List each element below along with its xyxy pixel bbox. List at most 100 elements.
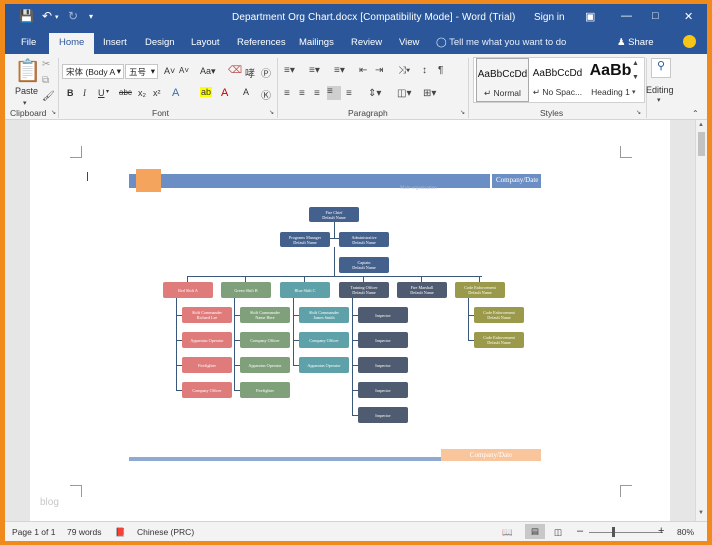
clipboard-launcher-icon[interactable]: ↘	[51, 109, 56, 116]
print-layout-icon[interactable]: ▤	[525, 524, 545, 539]
format-painter-icon[interactable]: 🖌	[42, 91, 55, 102]
org-node-member[interactable]: Inspector	[358, 307, 408, 323]
org-node-member[interactable]: Shift Commander Name Here	[240, 307, 290, 323]
org-node-member[interactable]: Company Officer	[299, 332, 349, 348]
underline-dropdown-icon[interactable]: ▾	[106, 88, 109, 95]
org-node-administrative[interactable]: Administrative Default Name	[339, 232, 389, 247]
decrease-indent-icon[interactable]: ⇤	[359, 65, 367, 76]
superscript-icon[interactable]: x²	[153, 88, 161, 98]
enclose-characters-icon[interactable]: Ⓟ	[261, 65, 271, 80]
tab-mailings[interactable]: Mailings	[299, 37, 334, 48]
org-node-column-head[interactable]: Training Officer Default Name	[339, 282, 389, 298]
text-effects-icon[interactable]: A	[172, 87, 179, 99]
org-node-member[interactable]: Code Enforcement Default Name	[474, 307, 524, 323]
copy-icon[interactable]: ⧉	[42, 75, 49, 86]
org-node-member[interactable]: Firefighter	[240, 382, 290, 398]
org-node-programs-manager[interactable]: Programs Manager Default Name	[280, 232, 330, 247]
word-count[interactable]: 79 words	[67, 527, 102, 537]
cut-icon[interactable]: ✂	[42, 59, 50, 70]
tab-design[interactable]: Design	[145, 37, 175, 48]
org-node-member[interactable]: Inspector	[358, 357, 408, 373]
web-layout-icon[interactable]: ◫	[554, 527, 562, 538]
ribbon-display-options-icon[interactable]: ▣	[585, 10, 595, 23]
asian-layout-icon[interactable]: ↕	[422, 65, 427, 76]
editing-button[interactable]: Editing	[646, 85, 674, 95]
org-node-member[interactable]: Inspector	[358, 407, 408, 423]
org-node-column-head[interactable]: Green Shift B	[221, 282, 271, 298]
font-family-box[interactable]: 宋体 (Body A ▾	[62, 64, 124, 79]
org-node-member[interactable]: Apparatus Operator	[299, 357, 349, 373]
scroll-up-icon[interactable]: ▲	[698, 122, 704, 128]
style-heading-1[interactable]: AaBb Heading 1	[584, 58, 637, 102]
tab-review[interactable]: Review	[351, 37, 382, 48]
styles-scroll-down-icon[interactable]: ▼	[632, 74, 639, 81]
styles-scroll-up-icon[interactable]: ▲	[632, 60, 639, 67]
org-node-column-head[interactable]: Red Shift A	[163, 282, 213, 298]
feedback-smiley-icon[interactable]	[683, 35, 696, 48]
vertical-scrollbar[interactable]: ▲ ▼	[695, 120, 707, 521]
shading-icon[interactable]: ◫▾	[397, 88, 411, 99]
org-node-captain[interactable]: Captain Default Name	[339, 257, 389, 273]
org-node-member[interactable]: Company Officer	[240, 332, 290, 348]
style-no-spacing[interactable]: AaBbCcDd ↵ No Spac...	[531, 58, 584, 102]
zoom-slider-thumb[interactable]	[612, 527, 615, 537]
bullets-icon[interactable]: ≡▾	[284, 65, 295, 76]
styles-launcher-icon[interactable]: ↘	[636, 109, 641, 116]
scroll-thumb[interactable]	[698, 132, 705, 156]
paste-dropdown-icon[interactable]: ▾	[23, 99, 27, 107]
tab-view[interactable]: View	[399, 37, 419, 48]
editing-dropdown-icon[interactable]: ▾	[657, 96, 661, 104]
sort-icon[interactable]: ⤨▾	[398, 65, 410, 76]
styles-more-icon[interactable]: ▾	[632, 88, 636, 96]
borders-icon[interactable]: ⊞▾	[423, 88, 436, 99]
enclose-character-icon[interactable]: Ⓚ	[261, 87, 271, 102]
document-page[interactable]: Company/Date Main organization Fire Chie…	[30, 120, 670, 521]
highlight-icon[interactable]: ab	[200, 87, 213, 97]
sign-in-link[interactable]: Sign in	[534, 12, 565, 23]
tab-references[interactable]: References	[237, 37, 286, 48]
scroll-down-icon[interactable]: ▼	[698, 510, 704, 516]
character-shading-icon[interactable]: A	[243, 87, 249, 97]
org-node-member[interactable]: Shift Commander James Smith	[299, 307, 349, 323]
align-center-icon[interactable]: ≡	[299, 88, 305, 99]
bold-icon[interactable]: B	[67, 88, 74, 98]
org-node-member[interactable]: Inspector	[358, 332, 408, 348]
find-icon[interactable]: ⚲	[651, 58, 671, 78]
font-size-box[interactable]: 五号 ▾	[125, 64, 158, 79]
subscript-icon[interactable]: x₂	[138, 88, 146, 98]
customize-toolbar-icon[interactable]: ▾	[89, 12, 93, 21]
org-node-member[interactable]: Shift Commander Richard Lee	[182, 307, 232, 323]
minimize-icon[interactable]: —	[621, 10, 632, 22]
justify-icon[interactable]: ≡	[327, 86, 341, 100]
numbering-icon[interactable]: ≡▾	[309, 65, 320, 76]
paragraph-launcher-icon[interactable]: ↘	[460, 109, 465, 116]
tell-me-search[interactable]: ◯ Tell me what you want to do	[436, 37, 566, 48]
tab-home[interactable]: Home	[49, 33, 95, 54]
org-node-member[interactable]: Code Enforcement Default Name	[474, 332, 524, 348]
org-node-column-head[interactable]: Blue Shift C	[280, 282, 330, 298]
change-case-icon[interactable]: Aa▾	[200, 66, 216, 77]
zoom-out-icon[interactable]: –	[577, 525, 583, 537]
grow-font-icon[interactable]: A˅	[164, 66, 175, 76]
zoom-slider[interactable]	[589, 532, 663, 533]
increase-indent-icon[interactable]: ⇥	[375, 65, 383, 76]
org-node-member[interactable]: Firefighter	[182, 357, 232, 373]
org-node-column-head[interactable]: Fire Marshall Default Name	[397, 282, 447, 298]
undo-dropdown-icon[interactable]: ▾	[55, 13, 59, 21]
paste-button[interactable]: Paste	[15, 86, 38, 96]
redo-icon[interactable]: ↻	[68, 9, 78, 23]
page-count[interactable]: Page 1 of 1	[12, 527, 55, 537]
save-icon[interactable]: 💾	[19, 9, 34, 23]
undo-icon[interactable]: ↶	[42, 9, 52, 23]
zoom-in-icon[interactable]: +	[658, 525, 664, 537]
clear-formatting-icon[interactable]: ⌫	[228, 65, 242, 76]
language-indicator[interactable]: Chinese (PRC)	[137, 527, 194, 537]
shrink-font-icon[interactable]: A˅	[179, 66, 189, 75]
show-marks-icon[interactable]: ¶	[438, 65, 443, 76]
org-node-member[interactable]: Apparatus Operator	[182, 332, 232, 348]
maximize-icon[interactable]: □	[652, 10, 659, 22]
strikethrough-icon[interactable]: abc	[119, 88, 132, 97]
font-color-icon[interactable]: A	[221, 87, 228, 99]
paste-icon[interactable]: 📋	[14, 58, 41, 84]
read-mode-icon[interactable]: 📖	[502, 527, 513, 538]
